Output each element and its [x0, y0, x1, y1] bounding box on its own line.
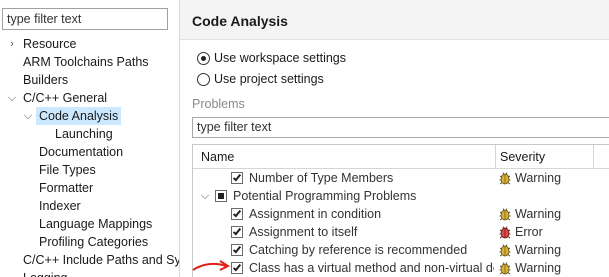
warning-bug-icon [499, 244, 511, 257]
warning-bug-icon [499, 172, 511, 185]
table-row[interactable]: Catching by reference is recommended War… [193, 241, 609, 259]
checkbox[interactable] [231, 262, 243, 274]
radio-selected-icon[interactable] [197, 52, 210, 65]
table-row[interactable]: ⌵ Potential Programming Problems [193, 187, 609, 205]
error-bug-icon [499, 226, 511, 239]
radio-unselected-icon[interactable] [197, 73, 210, 86]
checkbox[interactable] [231, 244, 243, 256]
preference-page: Code Analysis Use workspace settings Use… [180, 0, 609, 277]
table-row[interactable]: Assignment to itself Error [193, 223, 609, 241]
chevron-down-icon[interactable]: ⌵ [6, 89, 18, 107]
column-header-severity[interactable]: Severity [500, 150, 545, 164]
chevron-right-icon[interactable]: › [6, 35, 18, 53]
column-header-name[interactable]: Name [201, 150, 234, 164]
chevron-down-icon[interactable]: ⌵ [199, 187, 211, 205]
nav-filter-input[interactable]: type filter text [2, 8, 168, 30]
chevron-down-icon[interactable]: ⌵ [22, 107, 34, 125]
warning-bug-icon [499, 208, 511, 221]
problems-filter-input[interactable]: type filter text [192, 117, 609, 138]
table-row[interactable]: Number of Type Members Warning [193, 169, 609, 187]
checkbox[interactable] [231, 172, 243, 184]
annotation-arrow-icon [192, 260, 231, 271]
problems-table: Name Severity Number of Type Members War… [192, 144, 609, 277]
problems-group-label: Problems [192, 97, 245, 111]
preferences-nav: type filter text › Resource ARM Toolchai… [0, 0, 179, 277]
checkbox[interactable] [231, 226, 243, 238]
table-header: Name Severity [193, 145, 609, 169]
page-title: Code Analysis [192, 13, 288, 29]
table-row[interactable]: Assignment in condition Warning [193, 205, 609, 223]
checkbox[interactable] [231, 208, 243, 220]
table-row[interactable]: Class has a virtual method and non-virtu… [193, 259, 609, 277]
checkbox-partial[interactable] [215, 190, 227, 202]
page-header: Code Analysis [180, 0, 609, 40]
warning-bug-icon [499, 262, 511, 275]
